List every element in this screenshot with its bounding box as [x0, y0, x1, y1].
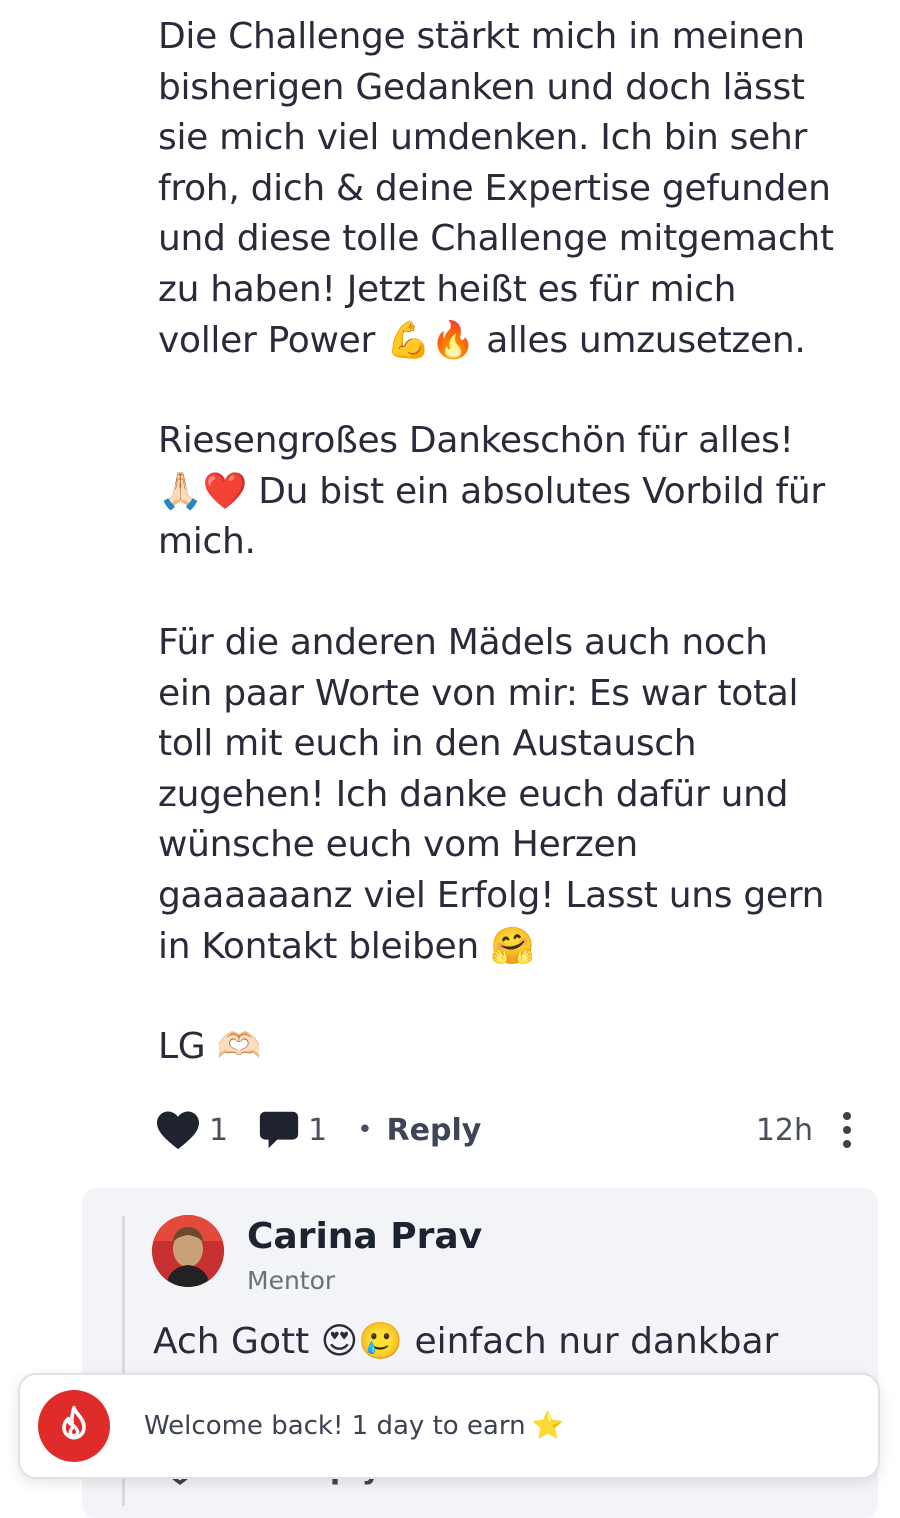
- avatar[interactable]: [152, 1215, 224, 1287]
- flame-icon: [38, 1390, 110, 1462]
- post-paragraph-4: LG 🫶🏻: [158, 1026, 262, 1068]
- post-actions: 1 1 • Reply 12h: [155, 1104, 855, 1156]
- toast-message: Welcome back! 1 day to earn ⭐: [144, 1411, 564, 1441]
- welcome-toast[interactable]: Welcome back! 1 day to earn ⭐: [18, 1373, 880, 1479]
- comment-button[interactable]: 1: [258, 1110, 327, 1150]
- post-body: Die Challenge stärkt mich in meinen bish…: [158, 12, 868, 1123]
- star-icon: ⭐: [531, 1411, 564, 1441]
- toast-text: Welcome back! 1 day to earn: [144, 1411, 526, 1441]
- like-count: 1: [209, 1112, 229, 1148]
- heart-icon: [155, 1109, 201, 1151]
- post-paragraph-1: Die Challenge stärkt mich in meinen bish…: [158, 16, 834, 361]
- post-timestamp: 12h: [755, 1112, 813, 1148]
- separator-dot: •: [357, 1115, 373, 1145]
- comment-count: 1: [308, 1112, 328, 1148]
- reply-author-name[interactable]: Carina Prav: [247, 1216, 482, 1257]
- comment-icon: [258, 1110, 300, 1150]
- reply-author-role: Mentor: [247, 1266, 336, 1295]
- post-paragraph-3: Für die anderen Mädels auch noch ein paa…: [158, 621, 825, 967]
- like-button[interactable]: 1: [155, 1109, 228, 1151]
- more-options-icon[interactable]: [839, 1112, 855, 1148]
- reply-button[interactable]: Reply: [387, 1113, 482, 1148]
- reply-text: Ach Gott 😍🥲 einfach nur dankbar: [153, 1321, 779, 1362]
- post-paragraph-2: Riesengroßes Dankeschön für alles! 🙏🏻❤️ …: [158, 420, 825, 563]
